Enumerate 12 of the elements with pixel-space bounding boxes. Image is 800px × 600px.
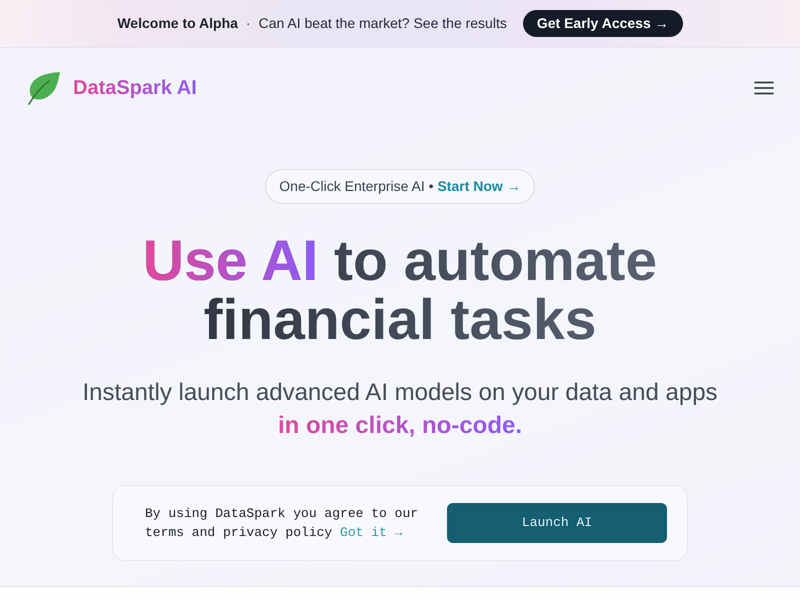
- hero-subtitle: Instantly launch advanced AI models on your data and apps in one click, no-code.: [50, 376, 750, 442]
- menu-icon[interactable]: [754, 81, 774, 95]
- leaf-icon: [27, 72, 61, 104]
- separator-dot: ·: [246, 14, 251, 33]
- announcement-title: Welcome to Alpha: [117, 14, 238, 33]
- start-now-link[interactable]: Start Now →: [437, 178, 521, 194]
- pill-text: One-Click Enterprise AI •: [279, 178, 435, 194]
- launch-ai-button[interactable]: Launch AI: [447, 503, 667, 543]
- early-access-button[interactable]: Get Early Access →: [522, 10, 683, 37]
- consent-text: By using DataSpark you agree to our terms and privacy policy Got it →: [145, 505, 420, 542]
- got-it-link[interactable]: Got it →: [340, 525, 402, 540]
- announcement-message: Can AI beat the market? See the results: [258, 14, 507, 33]
